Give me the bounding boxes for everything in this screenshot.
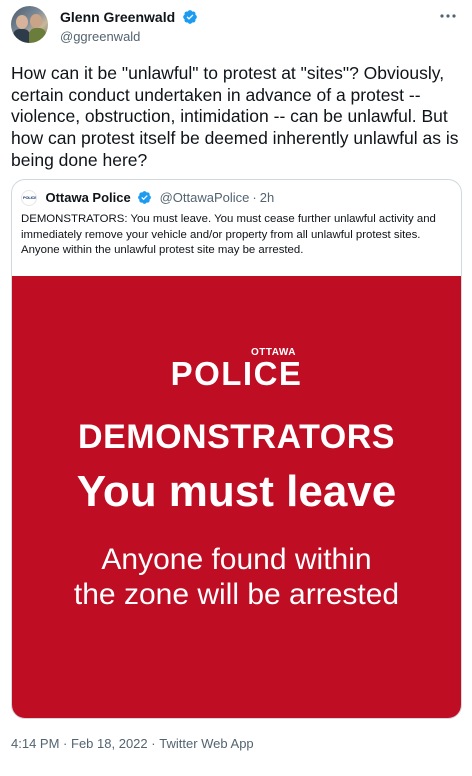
tweet-date[interactable]: Feb 18, 2022 <box>71 736 148 751</box>
quoted-time: 2h <box>259 190 275 206</box>
tweet-meta: 4:14 PM · Feb 18, 2022 · Twitter Web App <box>11 735 254 751</box>
tweet: Glenn Greenwald @ggreenwald How can it b… <box>0 0 472 776</box>
image-heading: DEMONSTRATORS <box>78 418 395 456</box>
image-line-1: Anyone found within <box>101 543 372 576</box>
author-row: Glenn Greenwald @ggreenwald <box>11 6 461 48</box>
tweet-time[interactable]: 4:14 PM <box>11 736 59 751</box>
author-handle[interactable]: @ggreenwald <box>60 29 198 44</box>
image-subheading: You must leave <box>76 467 397 516</box>
ottawa-police-avatar: POLICE <box>21 189 37 206</box>
image-line-2: the zone will be arrested <box>73 578 400 611</box>
quoted-handle: @OttawaPolice <box>159 190 250 206</box>
author-display-name[interactable]: Glenn Greenwald <box>60 9 175 25</box>
more-icon[interactable] <box>437 8 459 24</box>
quoted-tweet-text: DEMONSTRATORS: You must leave. You must … <box>21 213 436 257</box>
image-logo-police: POLICE <box>170 355 303 392</box>
avatar[interactable] <box>11 6 48 43</box>
quoted-tweet-header: POLICE Ottawa Police @OttawaPolice · 2h <box>21 189 274 207</box>
verified-badge-icon <box>182 9 197 24</box>
author-name-block: Glenn Greenwald @ggreenwald <box>60 8 198 44</box>
quoted-tweet[interactable]: POLICE Ottawa Police @OttawaPolice · 2h DE… <box>11 179 462 719</box>
tweet-text: How can it be "unlawful" to protest at "… <box>11 63 459 170</box>
meta-separator: · <box>151 736 156 752</box>
tweet-source: Twitter Web App <box>159 736 254 752</box>
quoted-separator: · <box>252 190 257 206</box>
quoted-verified-badge-icon <box>138 191 152 205</box>
meta-separator: · <box>63 736 68 752</box>
quoted-display-name: Ottawa Police <box>45 190 131 206</box>
quoted-tweet-image[interactable]: OTTAWA POLICE DEMONSTRATORS You must lea… <box>12 276 461 718</box>
